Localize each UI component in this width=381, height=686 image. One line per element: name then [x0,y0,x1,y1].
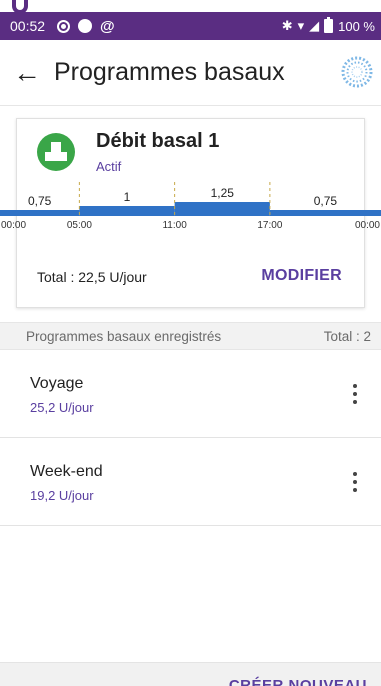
x-tick-label: 00:00 [1,220,26,231]
basal-segment-bar [269,210,381,216]
pod-status-icon[interactable] [339,54,375,90]
x-tick-label: 11:00 [162,220,187,231]
battery-icon [324,17,334,33]
saved-programs-label: Programmes basaux enregistrés [26,328,222,344]
status-time: 00:52 [10,18,46,34]
arrow-left-icon: ← [13,56,41,88]
list-item[interactable]: Week-end 19,2 U/jour [0,439,381,526]
page-title: Programmes basaux [54,58,285,86]
saved-programs-header: Programmes basaux enregistrés Total : 2 [0,322,381,350]
program-item-name: Week-end [30,463,103,480]
back-button[interactable]: ← [0,40,48,106]
app-bar: ← Programmes basaux [0,40,381,106]
status-bar: 00:52 @ ✱ ▾ ◢ 100 % [0,12,381,40]
segment-rate-label: 1 [124,190,131,204]
basal-segment-bar [0,210,80,216]
create-new-button[interactable]: CRÉER NOUVEAU [229,677,367,686]
modify-button[interactable]: MODIFIER [259,263,344,289]
list-item[interactable]: Voyage 25,2 U/jour [0,351,381,438]
bluetooth-icon: ✱ [281,18,293,33]
basal-chart-svg: 0,75 1 1,25 0,75 00:00 05:00 11:00 17:00 00:00 [0,182,381,231]
signal-icon: ◢ [309,18,320,33]
x-tick-label: 00:00 [355,220,380,231]
alarm-clock-icon [57,19,71,33]
program-item-name: Voyage [30,375,84,392]
program-item-rate: 25,2 U/jour [30,400,94,415]
x-tick-label: 05:00 [67,220,92,231]
program-total: Total : 22,5 U/jour [37,269,147,285]
x-tick-label: 17:00 [257,220,282,231]
segment-rate-label: 1,25 [211,186,235,200]
basal-chart: 0,75 1 1,25 0,75 00:00 05:00 11:00 17:00 00:00 [0,182,381,242]
wifi-icon: ▾ [297,18,305,33]
battery-level: 100 % [338,18,375,34]
basal-segment-bar [174,202,270,216]
segment-rate-label: 0,75 [28,194,52,208]
saved-programs-total: Total : 2 [323,328,371,344]
program-item-rate: 19,2 U/jour [30,488,94,503]
basal-segment-bar [79,206,175,216]
status-notification-icons: @ [57,18,115,35]
dot-icon [78,19,93,33]
at-sign-icon: @ [100,17,115,35]
status-system-icons: ✱ ▾ ◢ 100 % [281,17,375,34]
more-vert-icon[interactable] [343,377,367,411]
basal-program-icon [37,133,75,171]
more-vert-icon[interactable] [343,465,367,499]
segment-rate-label: 0,75 [314,194,338,208]
program-name: Débit basal 1 [96,130,220,152]
bottom-action-bar: CRÉER NOUVEAU [0,662,381,686]
program-status: Actif [96,159,122,174]
